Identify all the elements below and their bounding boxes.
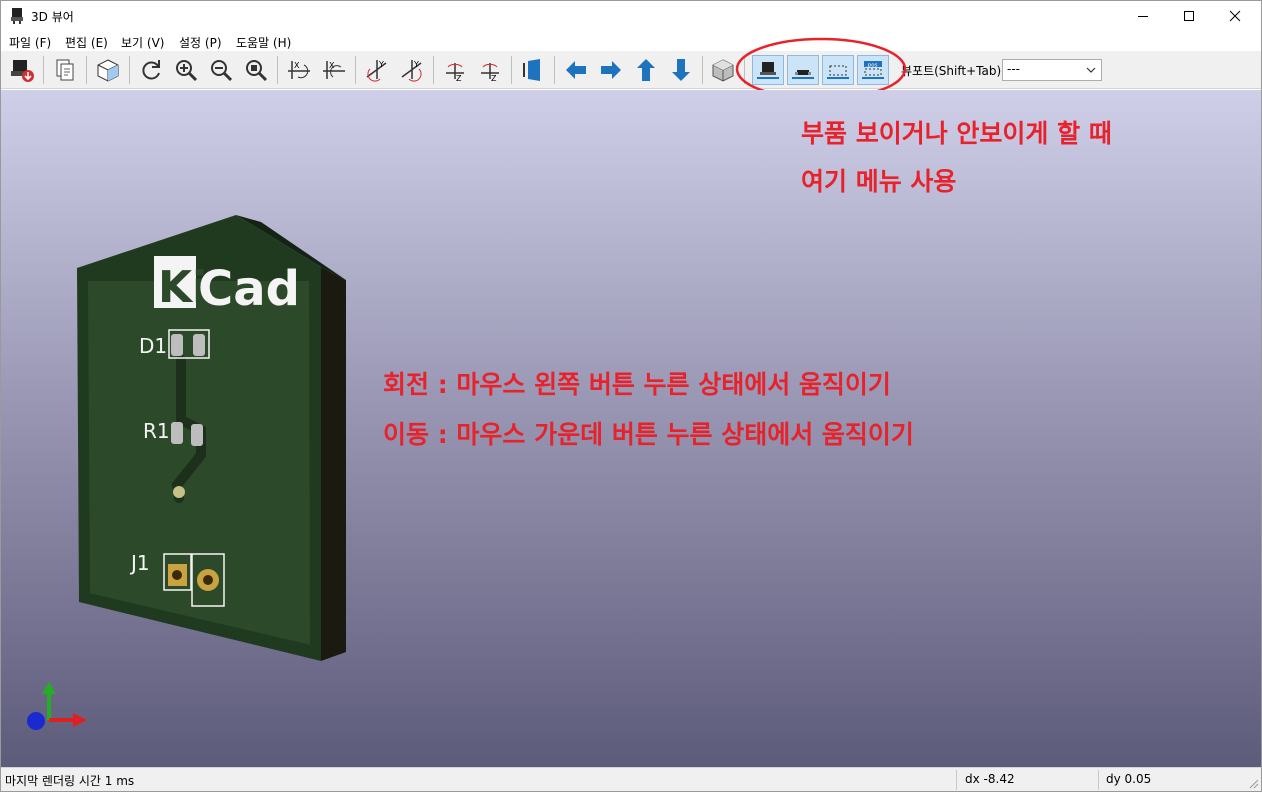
menu-preferences[interactable]: 설정 (P)	[179, 34, 222, 51]
rotate-y-ccw-icon: Y	[401, 60, 422, 82]
arrow-down-icon	[672, 59, 690, 81]
zoom-in-button[interactable]	[171, 54, 201, 86]
resize-grip-icon[interactable]	[1247, 777, 1259, 789]
menu-edit[interactable]: 편집 (E)	[65, 34, 108, 51]
window-title: 3D 뷰어	[31, 10, 74, 24]
viewport-label: 뷰포트(Shift+Tab):	[901, 64, 1006, 78]
reload-board-icon	[11, 60, 34, 82]
minimize-icon	[1138, 16, 1148, 17]
reload-board-button[interactable]	[7, 54, 37, 86]
svg-text:X: X	[294, 61, 300, 70]
rotate-x-cw-icon: X	[288, 61, 310, 79]
rotate-x-ccw-button[interactable]: X	[319, 54, 349, 86]
3d-cube-icon	[97, 59, 119, 82]
move-up-button[interactable]	[631, 54, 661, 86]
main-toolbar: X X Y Y Z Z .pos 뷰포트(Shift+Tab): ---	[1, 51, 1261, 89]
pcb-board: Ki Cad D1 R1 J1	[77, 215, 346, 661]
axis-indicator-icon	[27, 682, 87, 730]
pan-annotation: 이동 : 마우스 가운데 버튼 누른 상태에서 움직이기	[383, 420, 914, 449]
3d-canvas[interactable]: Ki Cad D1 R1 J1 부품 보이거나 안보이게 할 때 여기 메뉴 사…	[1, 90, 1261, 767]
rotate-y-cw-button[interactable]: Y	[362, 54, 392, 86]
dx-status: dx -8.42	[965, 772, 1015, 786]
ortho-cube-icon	[712, 59, 734, 82]
arrow-right-icon	[601, 61, 621, 79]
menu-bar: 파일 (F) 편집 (E) 보기 (V) 설정 (P) 도움말 (H)	[1, 31, 1261, 51]
rotate-z-cw-button[interactable]: Z	[440, 54, 470, 86]
rotate-z-ccw-button[interactable]: Z	[475, 54, 505, 86]
app-window: 3D 뷰어 파일 (F) 편집 (E) 보기 (V) 설정 (P) 도움말 (H…	[0, 0, 1262, 792]
status-bar: 마지막 렌더링 시간 1 ms dx -8.42 dy 0.05	[1, 767, 1261, 791]
toolbar-annotation-line1: 부품 보이거나 안보이게 할 때	[801, 119, 1112, 148]
arrow-up-icon	[637, 59, 655, 81]
zoom-out-icon	[211, 60, 233, 82]
arrow-left-icon	[566, 61, 586, 79]
toolbar-annotation-line2: 여기 메뉴 사용	[801, 167, 957, 196]
dy-status: dy 0.05	[1106, 772, 1152, 786]
close-button[interactable]	[1212, 1, 1258, 31]
refresh-icon	[142, 60, 160, 80]
rotate-x-ccw-icon: X	[323, 61, 345, 79]
move-right-button[interactable]	[596, 54, 626, 86]
maximize-icon	[1184, 11, 1194, 21]
ref-r1: R1	[143, 419, 170, 443]
svg-text:Y: Y	[413, 60, 419, 69]
flip-board-icon	[523, 59, 540, 81]
rotate-y-ccw-button[interactable]: Y	[397, 54, 427, 86]
render-time-status: 마지막 렌더링 시간 1 ms	[5, 774, 135, 788]
zoom-out-button[interactable]	[206, 54, 236, 86]
viewport-select-value: ---	[1007, 62, 1020, 76]
ref-j1: J1	[129, 551, 150, 575]
viewport-select[interactable]: ---	[1002, 59, 1102, 81]
kicad-logo-cad: Cad	[198, 261, 300, 317]
rotate-annotation: 회전 : 마우스 왼쪽 버튼 누른 상태에서 움직이기	[383, 370, 891, 399]
ref-d1: D1	[139, 334, 167, 358]
maximize-button[interactable]	[1166, 1, 1212, 31]
zoom-fit-icon	[246, 60, 268, 82]
svg-text:Y: Y	[378, 60, 384, 69]
menu-help[interactable]: 도움말 (H)	[236, 34, 291, 51]
render-options-button[interactable]	[93, 54, 123, 86]
menu-view[interactable]: 보기 (V)	[121, 34, 164, 51]
flip-board-button[interactable]	[518, 54, 548, 86]
title-bar: 3D 뷰어	[1, 1, 1261, 31]
move-down-button[interactable]	[666, 54, 696, 86]
close-icon	[1229, 10, 1241, 22]
zoom-fit-button[interactable]	[241, 54, 271, 86]
3d-viewer-app-icon	[11, 8, 23, 24]
rotate-x-cw-button[interactable]: X	[284, 54, 314, 86]
rotate-z-cw-icon: Z	[446, 63, 464, 83]
move-left-button[interactable]	[561, 54, 591, 86]
rotate-y-cw-icon: Y	[366, 60, 387, 82]
minimize-button[interactable]	[1120, 1, 1166, 31]
chevron-down-icon	[1086, 67, 1096, 73]
rotate-z-ccw-icon: Z	[481, 63, 499, 83]
redraw-button[interactable]	[136, 54, 166, 86]
ortho-view-button[interactable]	[708, 54, 738, 86]
zoom-in-icon	[176, 60, 198, 82]
copy-icon	[56, 59, 74, 81]
svg-text:Z: Z	[456, 74, 462, 83]
menu-file[interactable]: 파일 (F)	[9, 34, 51, 51]
copy-image-button[interactable]	[50, 54, 80, 86]
svg-text:Z: Z	[491, 74, 497, 83]
